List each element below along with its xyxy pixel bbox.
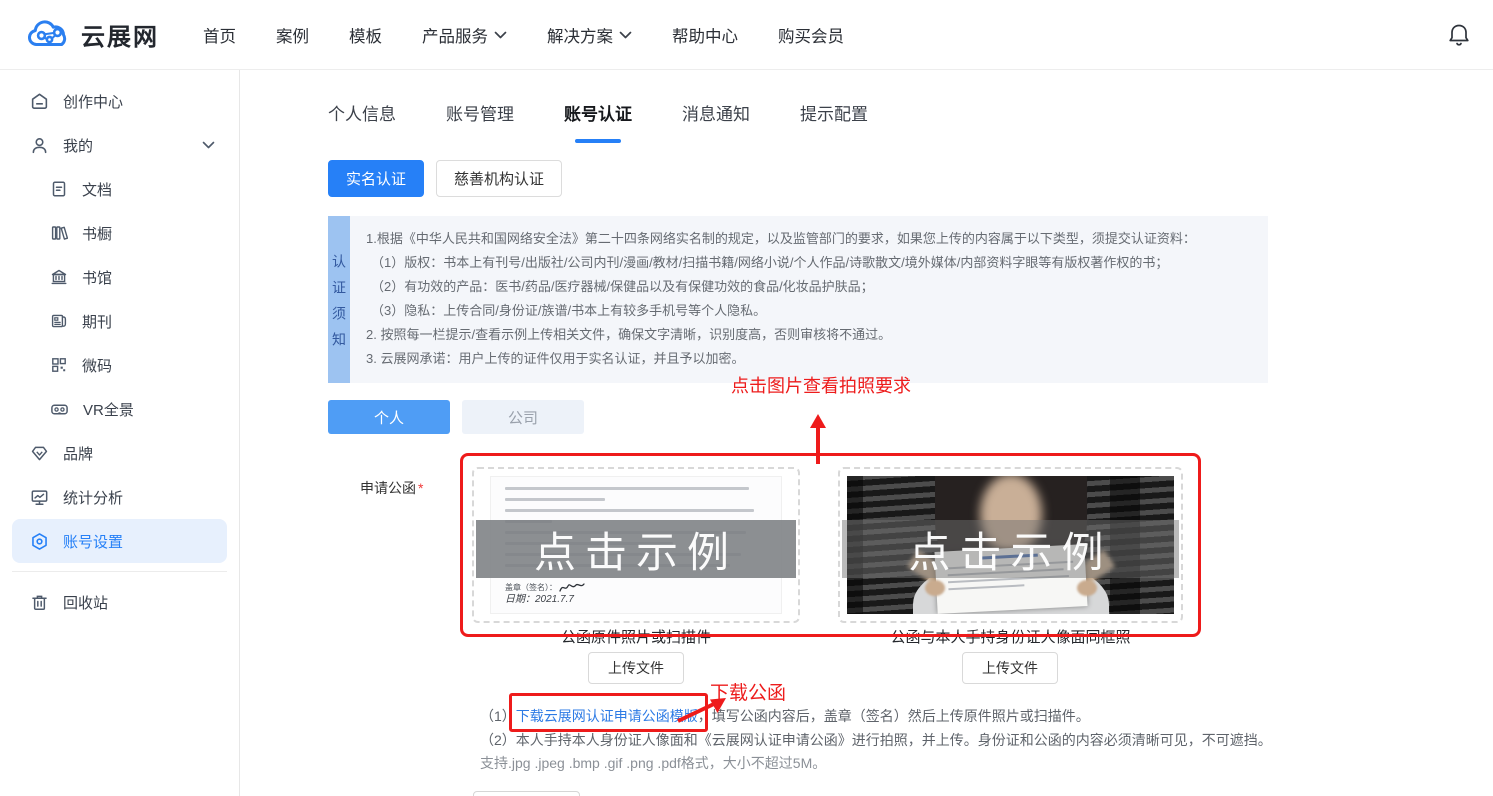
realname-auth-button[interactable]: 实名认证	[328, 160, 425, 197]
qr-code-icon	[52, 358, 66, 372]
sidebar-item-docs[interactable]: 文档	[0, 167, 239, 211]
analytics-icon	[31, 489, 48, 505]
tab-personal-info[interactable]: 个人信息	[328, 100, 396, 131]
sidebar-item-library[interactable]: 书馆	[0, 255, 239, 299]
library-icon	[51, 269, 67, 285]
sample-letter-image[interactable]: 盖章（签名）： 日期：2021.7.7 点击示例	[472, 467, 800, 623]
chevron-down-icon	[202, 141, 215, 149]
required-asterisk: *	[418, 480, 424, 496]
sidebar: 创作中心 我的 文档 书橱 书馆 期刊 微码 VR全景 品牌 统计分析 账号设置…	[0, 70, 240, 796]
left-sample-caption: 公函原件照片或扫描件	[560, 629, 711, 646]
notice-line: 2. 按照每一栏提示/查看示例上传相关文件，确保文字清晰，识别度高，否则审核将不…	[366, 327, 892, 342]
topbar: 云展网 首页 案例 模板 产品服务 解决方案 帮助中心 购买会员	[0, 0, 1493, 70]
sidebar-item-vr-panorama[interactable]: VR全景	[0, 387, 239, 431]
sidebar-item-mine[interactable]: 我的	[0, 123, 239, 167]
personal-subject-button[interactable]: 个人	[328, 400, 450, 434]
click-sample-overlay: 点击示例	[476, 520, 796, 578]
settings-tabs: 个人信息 账号管理 账号认证 消息通知 提示配置	[328, 100, 868, 131]
instruction-line-3: 支持.jpg .jpeg .bmp .gif .png .pdf格式，大小不超过…	[480, 755, 827, 771]
company-subject-button[interactable]: 公司	[462, 400, 584, 434]
document-icon	[52, 181, 66, 197]
sidebar-item-journals[interactable]: 期刊	[0, 299, 239, 343]
nav-buy-membership[interactable]: 购买会员	[778, 23, 844, 47]
notice-line: 1.根据《中华人民共和国网络安全法》第二十四条网络实名制的规定，以及监管部门的要…	[366, 231, 1196, 246]
notice-line: （1）版权：书本上有刊号/出版社/公司内刊/漫画/教材/扫描书籍/网络小说/个人…	[371, 255, 1169, 270]
trash-icon	[32, 595, 47, 610]
notice-strip-label: 认证须知	[328, 216, 350, 383]
nav-help-center[interactable]: 帮助中心	[672, 23, 738, 47]
sample-letter-signature: 盖章（签名）： 日期：2021.7.7	[505, 582, 585, 605]
download-letter-template-link[interactable]: 下载云展网认证申请公函模版	[516, 708, 698, 724]
download-letter-annotation: 下载公函	[710, 683, 787, 704]
sidebar-item-recycle-bin[interactable]: 回收站	[0, 580, 239, 624]
sidebar-item-analytics[interactable]: 统计分析	[0, 475, 239, 519]
notification-bell-icon[interactable]	[1447, 22, 1471, 48]
instruction-line-1: （1）下载云展网认证申请公函模版，填写公函内容后，盖章（签名）然后上传原件照片或…	[480, 693, 1090, 732]
photo-requirement-annotation: 点击图片查看拍照要求	[731, 376, 911, 396]
cloud-logo-icon	[28, 17, 72, 53]
user-icon	[32, 137, 47, 153]
auth-notice-box: 认证须知 1.根据《中华人民共和国网络安全法》第二十四条网络实名制的规定，以及监…	[328, 216, 1268, 383]
submit-button-partial[interactable]	[473, 791, 580, 796]
logo-text: 云展网	[81, 24, 159, 51]
nav-solutions[interactable]: 解决方案	[547, 23, 632, 47]
red-up-arrow	[810, 414, 826, 464]
nav-home[interactable]: 首页	[203, 23, 236, 47]
tab-tip-config[interactable]: 提示配置	[800, 100, 868, 131]
settings-gear-icon	[32, 532, 47, 550]
instruction-line-2: （2）本人手持本人身份证人像面和《云展网认证申请公函》进行拍照，并上传。身份证和…	[480, 732, 1272, 748]
notice-body: 1.根据《中华人民共和国网络安全法》第二十四条网络实名制的规定，以及监管部门的要…	[350, 216, 1268, 383]
chevron-down-icon	[494, 31, 507, 38]
sidebar-divider	[12, 571, 227, 572]
tab-notifications[interactable]: 消息通知	[682, 100, 750, 131]
bookshelf-icon	[51, 226, 68, 240]
sidebar-item-brand[interactable]: 品牌	[0, 431, 239, 475]
click-sample-overlay: 点击示例	[842, 520, 1179, 578]
nav-cases[interactable]: 案例	[276, 23, 309, 47]
top-navigation: 首页 案例 模板 产品服务 解决方案 帮助中心 购买会员	[203, 23, 844, 47]
upload-letter-button[interactable]: 上传文件	[588, 652, 684, 684]
nav-products[interactable]: 产品服务	[422, 23, 507, 47]
sidebar-item-account-settings[interactable]: 账号设置	[12, 519, 227, 563]
charity-auth-button[interactable]: 慈善机构认证	[436, 160, 563, 197]
vr-goggles-icon	[51, 404, 68, 414]
page: 云展网 首页 案例 模板 产品服务 解决方案 帮助中心 购买会员 创作中心 我的…	[0, 0, 1493, 796]
sidebar-item-microcode[interactable]: 微码	[0, 343, 239, 387]
sidebar-item-bookshelf[interactable]: 书橱	[0, 211, 239, 255]
chevron-down-icon	[619, 31, 632, 38]
nav-templates[interactable]: 模板	[349, 23, 382, 47]
notice-line: （2）有功效的产品：医书/药品/医疗器械/保健品以及有保健功效的食品/化妆品护肤…	[371, 279, 874, 294]
notice-line: 3. 云展网承诺：用户上传的证件仅用于实名认证，并且予以加密。	[366, 351, 745, 366]
tab-account-auth[interactable]: 账号认证	[564, 100, 632, 131]
sample-selfie-image[interactable]: 点击示例	[838, 467, 1183, 623]
logo[interactable]: 云展网	[28, 17, 159, 53]
sidebar-item-create-center[interactable]: 创作中心	[0, 79, 239, 123]
brand-gem-icon	[31, 446, 48, 460]
main-content: 个人信息 账号管理 账号认证 消息通知 提示配置 实名认证 慈善机构认证 认证须…	[240, 70, 1493, 796]
letter-field-label: 申请公函 *	[360, 480, 424, 496]
create-center-icon	[31, 93, 48, 109]
tab-account-management[interactable]: 账号管理	[446, 100, 514, 131]
auth-type-switch: 实名认证 慈善机构认证	[328, 160, 563, 197]
right-sample-caption: 公函与本人手持身份证人像面同框照	[890, 629, 1131, 646]
notice-line: （3）隐私：上传合同/身份证/族谱/书本上有较多手机号等个人隐私。	[371, 303, 767, 318]
upload-selfie-button[interactable]: 上传文件	[962, 652, 1058, 684]
journal-icon	[51, 314, 67, 328]
subject-type-switch: 个人 公司	[328, 400, 584, 434]
